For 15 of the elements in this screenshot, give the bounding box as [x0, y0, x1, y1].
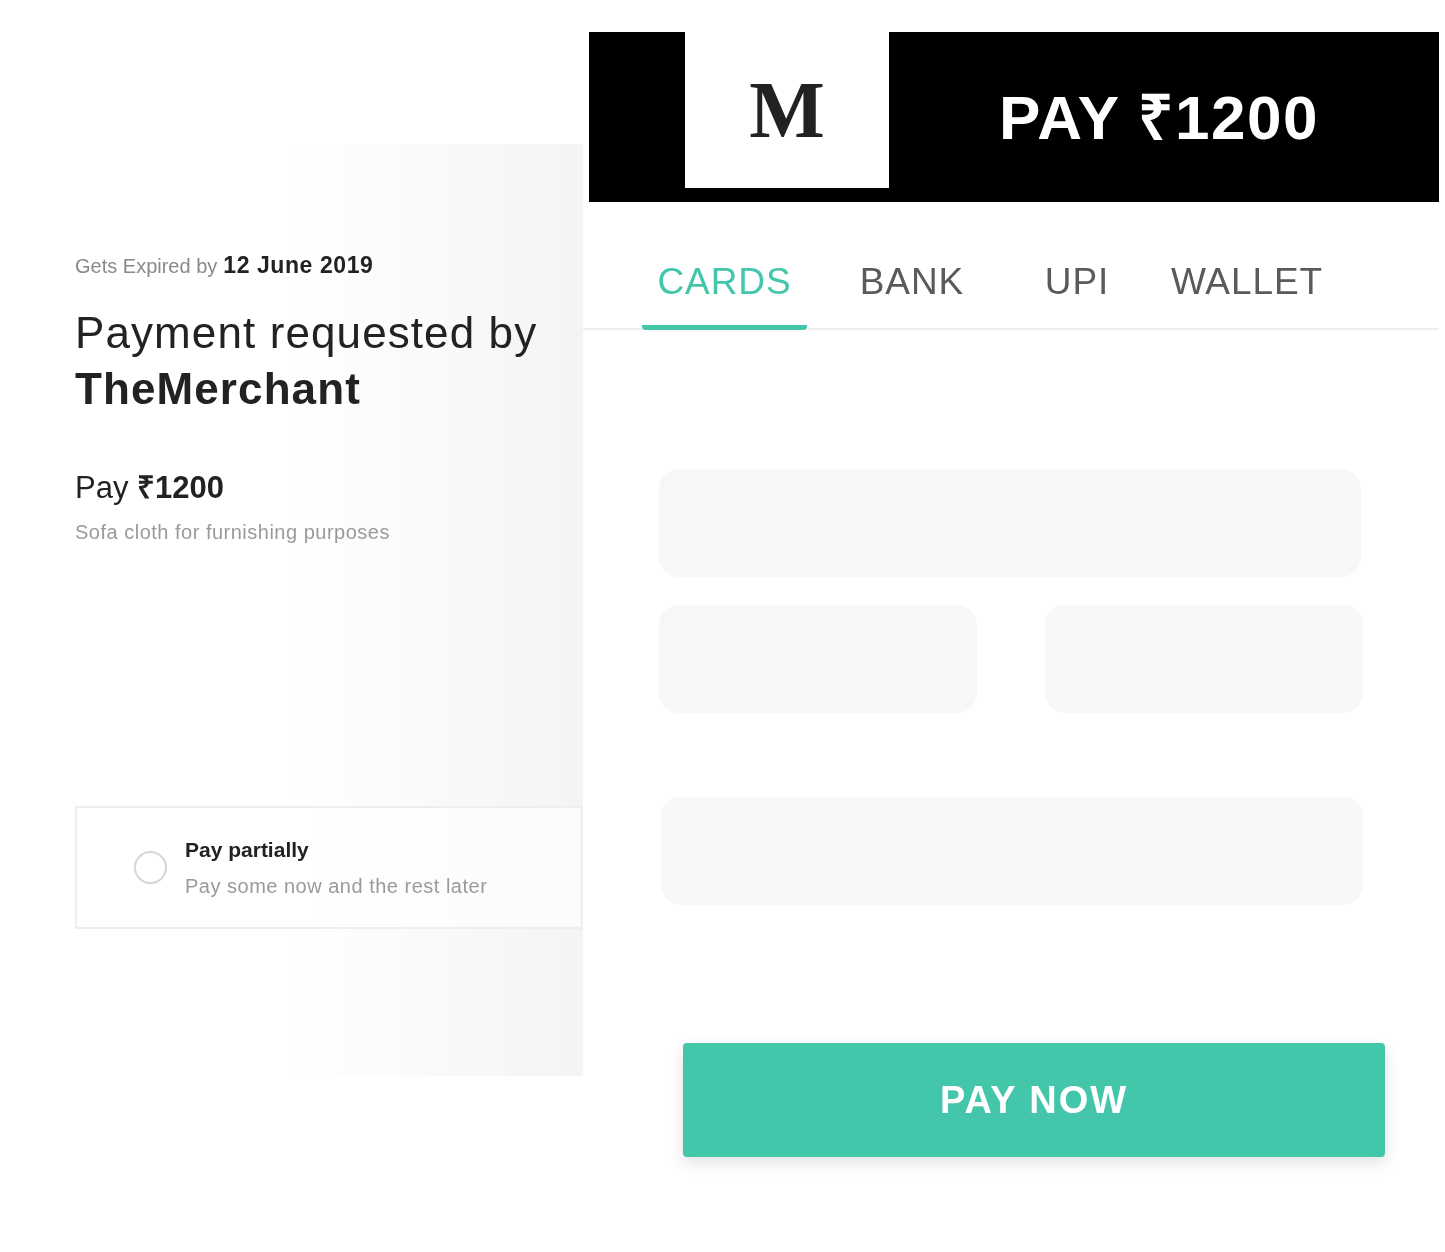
amount-title: PAY ₹1200 [998, 81, 1320, 154]
merchant-name: TheMerchant [75, 362, 362, 415]
tab[interactable]: BANK [807, 238, 1017, 330]
payment-amount: Pay ₹1200 [75, 468, 225, 507]
logo: M [749, 70, 825, 150]
expiry-date: 12 June 2019 [223, 251, 374, 280]
payment-description: Sofa cloth for furnishing purposes [75, 520, 391, 545]
tab[interactable]: UPI [1017, 238, 1137, 330]
option-title: Pay partially [185, 836, 310, 863]
radio-button[interactable] [134, 851, 167, 884]
option-subtitle: Pay some now and the rest later [185, 874, 488, 900]
tab[interactable]: WALLET [1137, 238, 1357, 330]
partial-payment-option[interactable]: Pay partially Pay some now and the rest later [75, 806, 583, 929]
request-label: Payment requested by [75, 306, 539, 359]
expiry-label: Gets Expired by [75, 254, 218, 279]
